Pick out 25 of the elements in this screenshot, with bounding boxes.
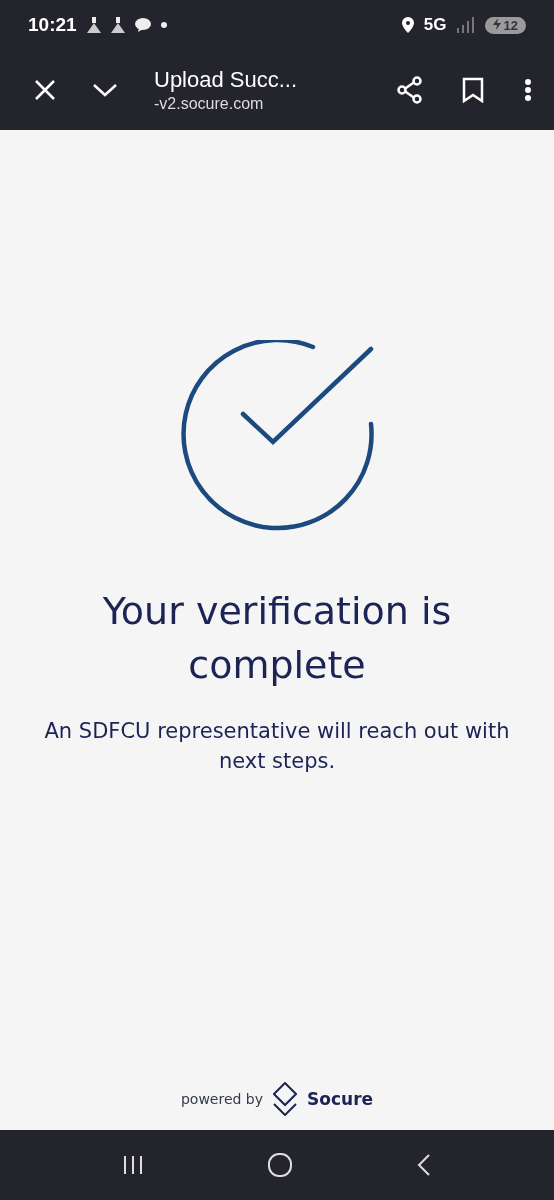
close-button[interactable] [34, 79, 56, 101]
share-button[interactable] [396, 76, 424, 104]
lamp-icon [86, 17, 101, 33]
dot-icon [160, 22, 167, 28]
bolt-icon [492, 17, 501, 30]
back-button[interactable] [416, 1153, 433, 1177]
network-type: 5G [423, 15, 447, 35]
signal-icon [456, 17, 475, 33]
home-button[interactable] [267, 1152, 293, 1178]
chevron-down-button[interactable] [92, 82, 118, 98]
lamp-icon [110, 17, 125, 33]
more-button[interactable] [524, 78, 532, 102]
page-url: -v2.socure.com [154, 95, 265, 113]
socure-logo-icon [273, 1082, 298, 1116]
chat-bubble-icon [134, 18, 151, 32]
status-time: 10:21 [28, 14, 77, 36]
bookmark-button[interactable] [462, 77, 484, 103]
recent-apps-button[interactable] [121, 1155, 144, 1175]
verification-heading: Your verification is complete [101, 588, 453, 689]
location-icon [401, 17, 414, 33]
verification-message: An SDFCU representative will reach out with next steps. [43, 718, 511, 775]
battery-level: 12 [503, 17, 518, 33]
powered-by-label: powered by [180, 1091, 264, 1107]
page-title: Upload Succ... [154, 67, 299, 93]
brand-name: Socure [307, 1089, 374, 1109]
